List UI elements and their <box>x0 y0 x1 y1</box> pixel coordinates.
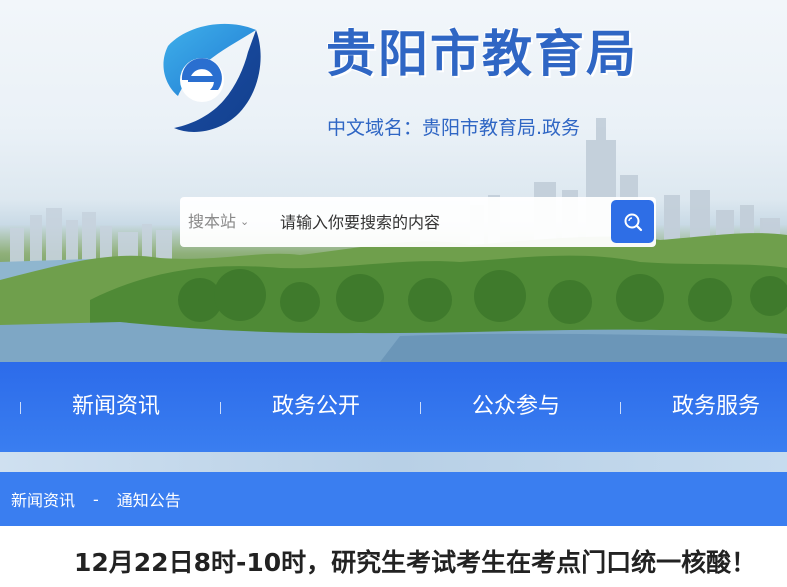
nav-separator <box>620 402 621 414</box>
hero-banner: 贵阳市教育局 中文域名：贵阳市教育局.政务 搜本站 ⌄ <box>0 0 787 362</box>
decorative-strip <box>0 452 787 472</box>
search-input[interactable] <box>280 207 600 237</box>
main-nav: 新闻资讯 政务公开 公众参与 政务服务 <box>0 362 787 452</box>
breadcrumb: 新闻资讯 - 通知公告 <box>0 472 787 526</box>
nav-item-news[interactable]: 新闻资讯 <box>72 362 160 452</box>
search-scope-dropdown[interactable]: 搜本站 ⌄ <box>188 197 249 247</box>
e-logo-icon <box>163 23 261 132</box>
breadcrumb-item-notices[interactable]: 通知公告 <box>117 487 181 511</box>
nav-separator <box>220 402 221 414</box>
search-button[interactable] <box>611 200 654 243</box>
domain-label: 中文域名：贵阳市教育局.政务 <box>327 117 581 139</box>
search-icon <box>624 213 642 231</box>
article-title: 12月22日8时-10时，研究生考试考生在考点门口统一核酸！ <box>74 548 757 577</box>
breadcrumb-separator: - <box>93 489 99 509</box>
nav-item-gov-services[interactable]: 政务服务 <box>672 362 760 452</box>
nav-item-gov-affairs[interactable]: 政务公开 <box>272 362 360 452</box>
search-bar: 搜本站 ⌄ <box>180 197 656 247</box>
breadcrumb-item-news[interactable]: 新闻资讯 <box>11 487 75 511</box>
search-scope-label: 搜本站 <box>188 212 237 231</box>
nav-separator <box>20 402 21 414</box>
site-title: 贵阳市教育局 <box>326 25 638 83</box>
chevron-down-icon: ⌄ <box>240 215 250 228</box>
nav-item-public-participation[interactable]: 公众参与 <box>472 362 560 452</box>
nav-separator <box>420 402 421 414</box>
